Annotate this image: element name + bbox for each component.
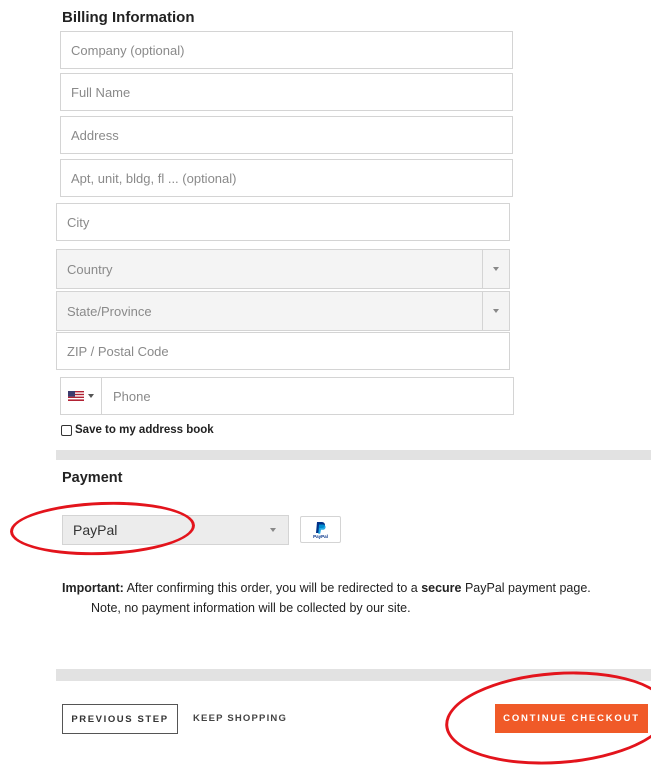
payment-method-value: PayPal bbox=[73, 522, 118, 538]
chevron-down-icon bbox=[270, 528, 276, 532]
phone-placeholder: Phone bbox=[113, 388, 151, 404]
payment-heading: Payment bbox=[62, 470, 123, 486]
country-select[interactable]: Country bbox=[56, 249, 510, 289]
footer-divider bbox=[56, 669, 651, 681]
state-dropdown-arrow[interactable] bbox=[482, 292, 509, 330]
notice-secure: secure bbox=[421, 581, 462, 595]
important-label: Important: bbox=[62, 581, 124, 595]
chevron-down-icon bbox=[493, 309, 499, 313]
apt-placeholder: Apt, unit, bldg, fl ... (optional) bbox=[71, 170, 237, 186]
country-dropdown-arrow[interactable] bbox=[482, 250, 509, 288]
previous-step-button[interactable]: PREVIOUS STEP bbox=[62, 704, 178, 734]
phone-input[interactable]: Phone bbox=[102, 378, 513, 414]
payment-notice: Important: After confirming this order, … bbox=[62, 578, 647, 618]
full-name-placeholder: Full Name bbox=[71, 84, 131, 100]
country-placeholder: Country bbox=[67, 261, 113, 277]
save-address-row[interactable]: Save to my address book bbox=[61, 424, 214, 436]
save-address-label: Save to my address book bbox=[75, 424, 214, 436]
chevron-down-icon bbox=[88, 394, 94, 398]
paypal-logo: PayPal bbox=[300, 516, 341, 543]
city-placeholder: City bbox=[67, 214, 90, 230]
address-placeholder: Address bbox=[71, 127, 119, 143]
paypal-icon bbox=[316, 521, 326, 534]
address-input[interactable]: Address bbox=[60, 116, 513, 154]
us-flag-icon bbox=[68, 391, 84, 401]
keep-shopping-link[interactable]: KEEP SHOPPING bbox=[193, 713, 287, 724]
continue-checkout-button[interactable]: CONTINUE CHECKOUT bbox=[495, 704, 648, 733]
country-code-selector[interactable] bbox=[61, 378, 102, 414]
notice-text-2: PayPal payment page. bbox=[461, 581, 591, 595]
full-name-input[interactable]: Full Name bbox=[60, 73, 513, 111]
zip-input[interactable]: ZIP / Postal Code bbox=[56, 332, 510, 370]
company-placeholder: Company (optional) bbox=[71, 42, 185, 58]
payment-notice-line1: Important: After confirming this order, … bbox=[62, 578, 647, 598]
chevron-down-icon bbox=[493, 267, 499, 271]
company-input[interactable]: Company (optional) bbox=[60, 31, 513, 69]
paypal-wordmark: PayPal bbox=[313, 533, 328, 539]
billing-heading: Billing Information bbox=[62, 9, 195, 26]
payment-notice-line2: Note, no payment information will be col… bbox=[91, 601, 411, 615]
zip-placeholder: ZIP / Postal Code bbox=[67, 343, 169, 359]
save-address-checkbox[interactable] bbox=[61, 424, 72, 436]
notice-text-1: After confirming this order, you will be… bbox=[123, 581, 422, 595]
apt-input[interactable]: Apt, unit, bldg, fl ... (optional) bbox=[60, 159, 513, 197]
state-select[interactable]: State/Province bbox=[56, 291, 510, 331]
phone-field: Phone bbox=[60, 377, 514, 415]
section-divider bbox=[56, 450, 651, 460]
payment-method-select[interactable]: PayPal bbox=[62, 515, 289, 545]
city-input[interactable]: City bbox=[56, 203, 510, 241]
state-placeholder: State/Province bbox=[67, 303, 152, 319]
